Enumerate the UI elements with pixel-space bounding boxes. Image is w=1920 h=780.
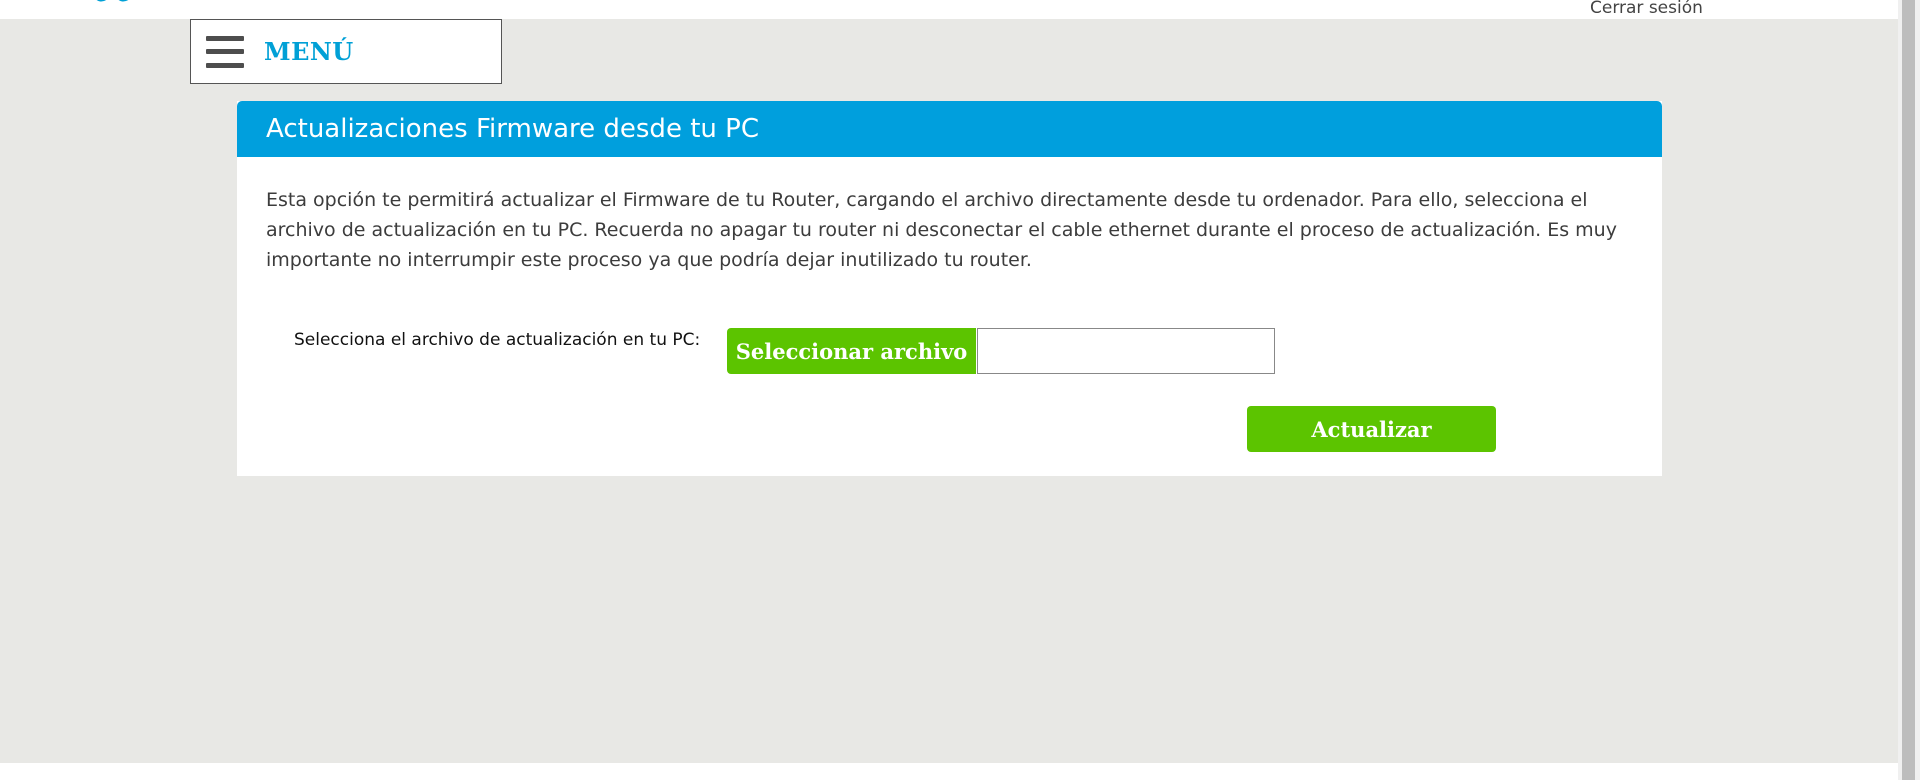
select-file-button[interactable]: Seleccionar archivo [727,328,976,374]
hamburger-icon [206,35,244,68]
logout-link[interactable]: Cerrar sesión [1590,0,1703,18]
panel-header: Actualizaciones Firmware desde tu PC [237,101,1662,157]
firmware-update-panel: Actualizaciones Firmware desde tu PC Est… [237,101,1662,476]
menu-label: MENÚ [264,37,354,66]
update-button[interactable]: Actualizar [1247,406,1496,452]
panel-title: Actualizaciones Firmware desde tu PC [266,114,759,144]
file-select-label: Selecciona el archivo de actualización e… [294,330,701,350]
vertical-scrollbar[interactable] [1898,0,1920,780]
brand-logo [96,0,129,2]
top-bar: Cerrar sesión [0,0,1898,19]
panel-description: Esta opción te permitirá actualizar el F… [266,189,1617,271]
menu-button[interactable]: MENÚ [190,19,502,84]
file-name-field[interactable] [977,328,1275,374]
footer-band [0,763,1898,780]
scrollbar-thumb[interactable] [1902,0,1915,780]
